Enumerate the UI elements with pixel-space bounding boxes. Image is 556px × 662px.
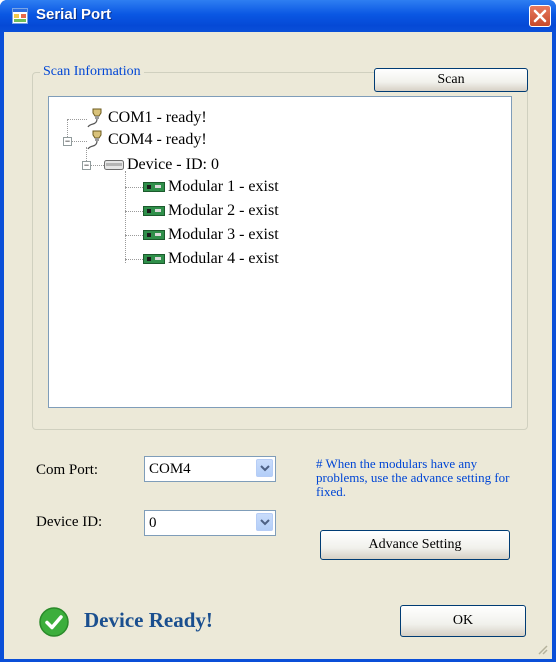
- tree-line: [125, 211, 143, 212]
- tree-line: [71, 141, 87, 142]
- window-title: Serial Port: [36, 6, 112, 23]
- scan-button[interactable]: Scan: [374, 68, 528, 92]
- close-button[interactable]: [529, 5, 551, 27]
- tree-node-modular-3[interactable]: Modular 3 - exist: [143, 225, 279, 245]
- circuit-board-icon: [143, 230, 165, 240]
- ok-button[interactable]: OK: [400, 605, 526, 637]
- tree-node-label: Modular 2 - exist: [168, 202, 279, 219]
- device-id-select[interactable]: 0: [144, 510, 276, 536]
- serial-port-icon: [87, 108, 102, 128]
- check-circle-icon: [39, 607, 69, 637]
- advance-setting-button[interactable]: Advance Setting: [320, 530, 510, 560]
- circuit-board-icon: [143, 182, 165, 192]
- tree-node-label: COM1 - ready!: [108, 109, 207, 126]
- tree-node-com4[interactable]: COM4 - ready!: [87, 130, 207, 150]
- dropdown-arrow[interactable]: [256, 513, 273, 531]
- chevron-down-icon: [259, 465, 270, 472]
- tree-node-label: Modular 4 - exist: [168, 250, 279, 267]
- tree-line: [125, 187, 143, 188]
- com-port-select[interactable]: COM4: [144, 456, 276, 482]
- tree-line: [125, 235, 143, 236]
- circuit-board-icon: [143, 254, 165, 264]
- chevron-down-icon: [259, 519, 270, 526]
- collapse-toggle-device[interactable]: −: [82, 161, 91, 170]
- collapse-toggle-com4[interactable]: −: [63, 137, 72, 146]
- device-status-text: Device Ready!: [84, 608, 213, 632]
- resize-grip-icon[interactable]: [536, 643, 548, 655]
- tree-node-modular-4[interactable]: Modular 4 - exist: [143, 249, 279, 269]
- device-id-label: Device ID:: [36, 514, 103, 530]
- tree-node-label: Device - ID: 0: [127, 156, 219, 173]
- tree-line: [125, 259, 143, 260]
- com-port-label: Com Port:: [36, 462, 99, 478]
- device-tree-view[interactable]: COM1 - ready! − COM4 - ready! − Device -…: [48, 96, 512, 408]
- tree-line: [125, 171, 126, 263]
- tree-node-device[interactable]: Device - ID: 0: [104, 155, 219, 175]
- title-bar[interactable]: Serial Port: [0, 0, 556, 32]
- scan-information-label: Scan Information: [40, 64, 144, 80]
- circuit-board-icon: [143, 206, 165, 216]
- advance-setting-note: # When the modulars have any problems, u…: [316, 456, 510, 499]
- tree-node-com1[interactable]: COM1 - ready!: [87, 108, 207, 128]
- tree-node-modular-2[interactable]: Modular 2 - exist: [143, 201, 279, 221]
- device-id-value: 0: [149, 515, 157, 531]
- app-window-icon: [12, 8, 28, 24]
- tree-line: [90, 165, 104, 166]
- serial-port-icon: [87, 130, 102, 150]
- close-icon: [533, 9, 547, 23]
- tree-line: [67, 119, 87, 120]
- com-port-value: COM4: [149, 461, 191, 477]
- dropdown-arrow[interactable]: [256, 459, 273, 477]
- tree-node-label: COM4 - ready!: [108, 131, 207, 148]
- tree-node-modular-1[interactable]: Modular 1 - exist: [143, 177, 279, 197]
- device-icon: [104, 160, 124, 170]
- tree-node-label: Modular 1 - exist: [168, 178, 279, 195]
- tree-node-label: Modular 3 - exist: [168, 226, 279, 243]
